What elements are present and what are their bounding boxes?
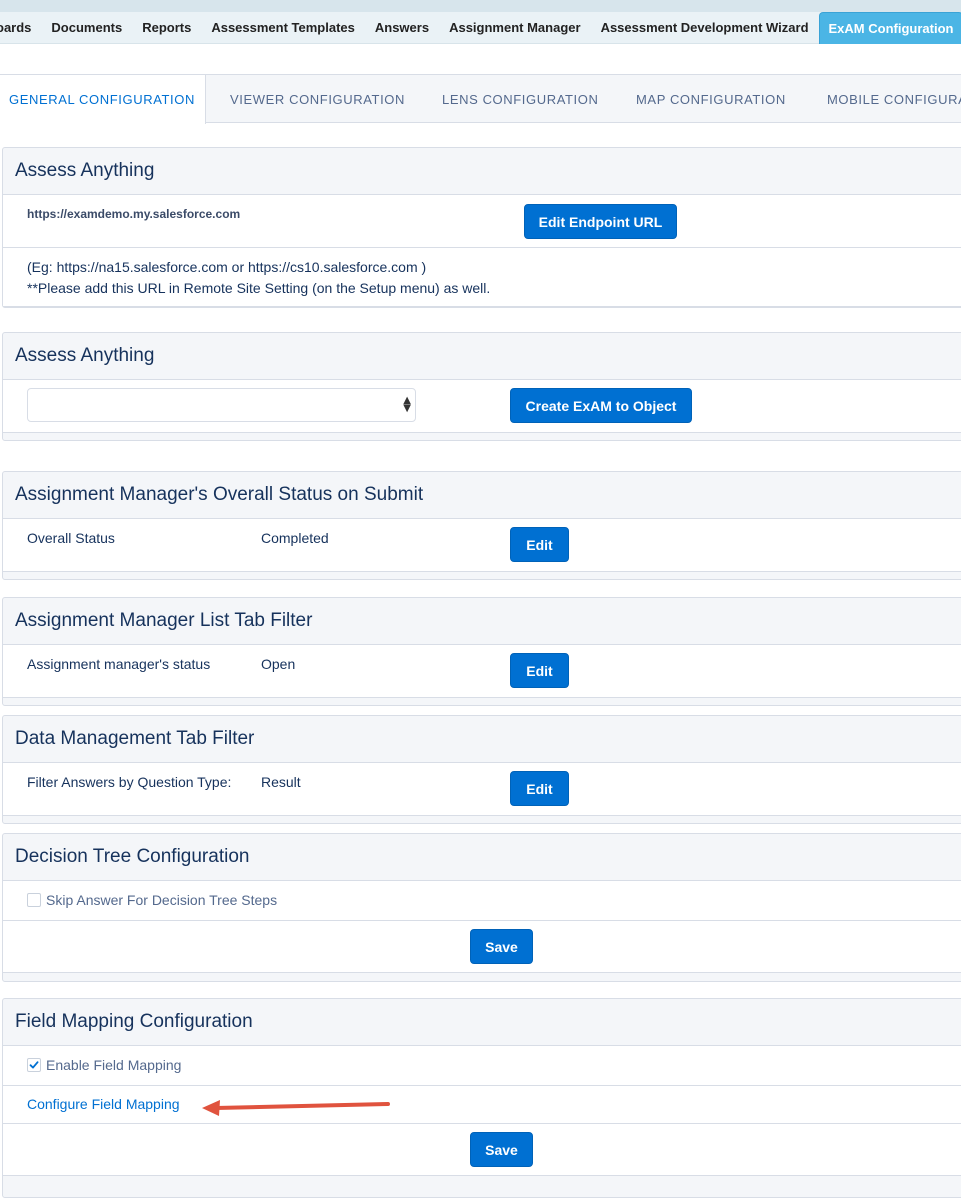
configure-field-mapping-link[interactable]: Configure Field Mapping [27,1096,180,1112]
configuration-tab-bar: GENERAL CONFIGURATION VIEWER CONFIGURATI… [0,74,961,124]
assignment-status-value: Open [261,656,296,672]
annotation-arrow-icon [202,1100,390,1116]
list-filter-row: Assignment manager's status Open Edit [3,645,961,698]
endpoint-example-text: (Eg: https://na15.salesforce.com or http… [27,259,427,275]
endpoint-help-row: (Eg: https://na15.salesforce.com or http… [3,248,961,307]
object-select[interactable]: ▲ ▼ [27,388,416,422]
field-mapping-section: Field Mapping Configuration Enable Field… [2,998,961,1198]
tab-exam-configuration[interactable]: ExAM Configuration [818,12,961,44]
enable-field-mapping-row: Enable Field Mapping [3,1046,961,1086]
edit-list-filter-button[interactable]: Edit [510,653,569,688]
top-tab-list: oards Documents Reports Assessment Templ… [0,12,961,44]
field-mapping-save-row: Save [3,1124,961,1176]
select-arrows-icon: ▲ ▼ [403,395,411,414]
top-navigation-bar: oards Documents Reports Assessment Templ… [0,0,961,44]
skip-answer-checkbox[interactable] [27,893,41,907]
subtab-map-configuration[interactable]: MAP CONFIGURATION [636,75,786,123]
data-management-section: Data Management Tab Filter Filter Answer… [2,715,961,824]
subtab-general-configuration[interactable]: GENERAL CONFIGURATION [0,75,206,124]
list-tab-filter-section: Assignment Manager List Tab Filter Assig… [2,597,961,706]
tab-dashboards[interactable]: oards [0,12,41,44]
edit-data-management-button[interactable]: Edit [510,771,569,806]
section-title: Field Mapping Configuration [3,999,961,1046]
configure-field-mapping-row: Configure Field Mapping [3,1086,961,1124]
subtab-mobile-configuration[interactable]: MOBILE CONFIGURATI [827,75,961,123]
tab-assignment-manager[interactable]: Assignment Manager [439,12,590,44]
tab-documents[interactable]: Documents [41,12,132,44]
decision-tree-save-button[interactable]: Save [470,929,533,964]
overall-status-label: Overall Status [27,530,115,546]
section-title: Assignment Manager's Overall Status on S… [3,472,961,519]
overall-status-value: Completed [261,530,329,546]
endpoint-row: https://examdemo.my.salesforce.com Edit … [3,195,961,248]
remote-site-note: **Please add this URL in Remote Site Set… [27,280,491,296]
tab-reports[interactable]: Reports [132,12,201,44]
section-title: Assess Anything [3,148,961,195]
edit-overall-status-button[interactable]: Edit [510,527,569,562]
tab-assessment-templates[interactable]: Assessment Templates [201,12,365,44]
endpoint-url-text: https://examdemo.my.salesforce.com [27,207,241,221]
section-title: Data Management Tab Filter [3,716,961,763]
checkmark-icon [29,1061,39,1069]
create-exam-to-object-button[interactable]: Create ExAM to Object [510,388,692,423]
overall-status-row: Overall Status Completed Edit [3,519,961,572]
enable-field-mapping-checkbox[interactable] [27,1058,41,1072]
section-title: Assess Anything [3,333,961,380]
skip-answer-label: Skip Answer For Decision Tree Steps [46,892,278,908]
exam-object-row: ▲ ▼ Create ExAM to Object [3,380,961,433]
tab-assessment-development-wizard[interactable]: Assessment Development Wizard [591,12,819,44]
field-mapping-save-button[interactable]: Save [470,1132,533,1167]
top-navigation-strip [0,0,961,12]
section-title: Assignment Manager List Tab Filter [3,598,961,645]
question-type-label: Filter Answers by Question Type: [27,774,232,790]
decision-tree-save-row: Save [3,921,961,973]
endpoint-section: Assess Anything https://examdemo.my.sale… [2,147,961,308]
subtab-lens-configuration[interactable]: LENS CONFIGURATION [442,75,598,123]
overall-status-section: Assignment Manager's Overall Status on S… [2,471,961,580]
question-type-value: Result [261,774,301,790]
edit-endpoint-url-button[interactable]: Edit Endpoint URL [524,204,677,239]
enable-field-mapping-label: Enable Field Mapping [46,1057,182,1073]
exam-to-object-section: Assess Anything ▲ ▼ Create ExAM to Object [2,332,961,441]
assignment-status-label: Assignment manager's status [27,656,211,672]
tab-answers[interactable]: Answers [365,12,439,44]
section-title: Decision Tree Configuration [3,834,961,881]
decision-tree-section: Decision Tree Configuration Skip Answer … [2,833,961,982]
data-management-row: Filter Answers by Question Type: Result … [3,763,961,816]
decision-tree-option-row: Skip Answer For Decision Tree Steps [3,881,961,921]
subtab-viewer-configuration[interactable]: VIEWER CONFIGURATION [230,75,405,123]
